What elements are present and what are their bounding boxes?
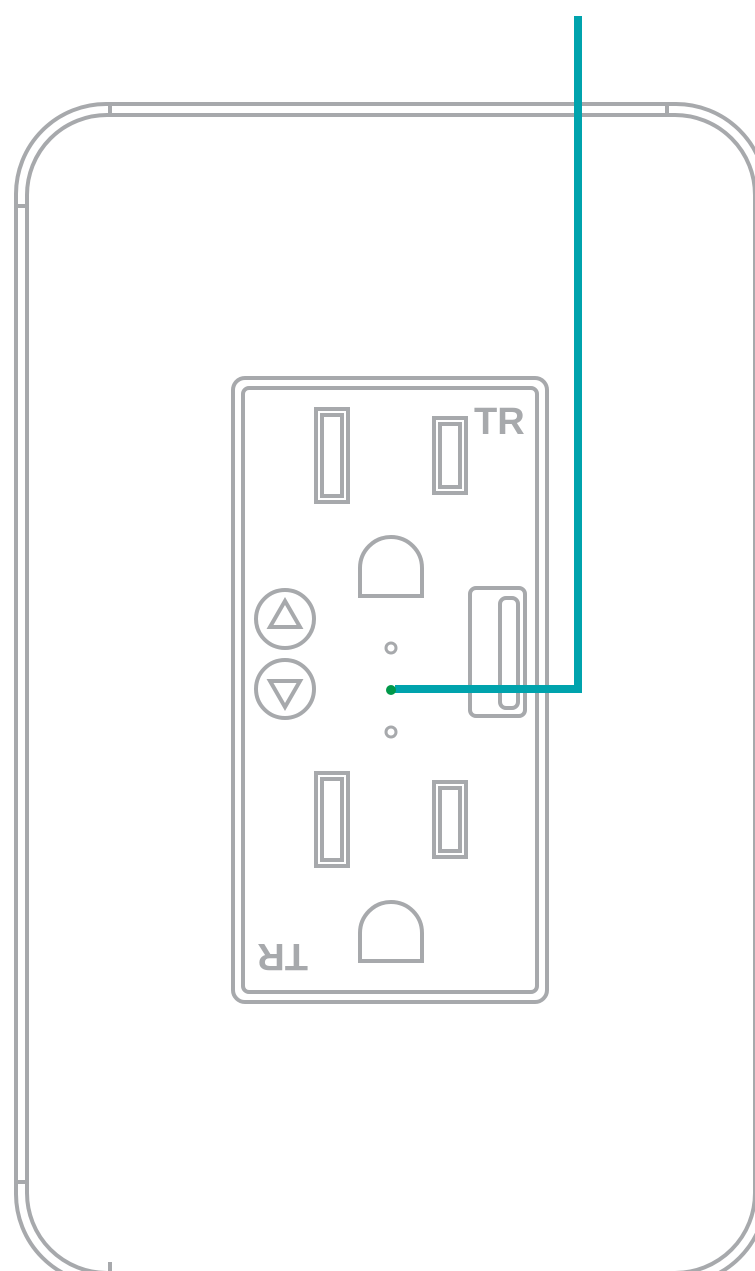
- upper-ground-hole: [358, 535, 424, 598]
- side-switch[interactable]: [468, 586, 527, 718]
- status-led: [386, 685, 396, 695]
- lower-ground-hole: [358, 900, 424, 963]
- triangle-down-icon: [266, 679, 304, 712]
- tamper-resistant-mark-top: TR: [474, 401, 525, 443]
- indicator-dot-top: [384, 641, 398, 655]
- wall-plate: [14, 102, 755, 1271]
- down-button[interactable]: [254, 658, 316, 720]
- tamper-resistant-mark-bottom: TR: [257, 935, 308, 977]
- up-button[interactable]: [254, 588, 316, 650]
- lower-neutral-slot-inner: [320, 777, 344, 862]
- triangle-up-icon: [266, 596, 304, 629]
- outlet-diagram: TR TR: [14, 16, 755, 1271]
- indicator-dot-bottom: [384, 725, 398, 739]
- upper-hot-slot-inner: [438, 422, 462, 489]
- upper-outlet: [314, 407, 468, 598]
- lower-hot-slot-inner: [438, 786, 462, 853]
- lower-outlet: [314, 771, 468, 963]
- wall-plate-outer-edge: [14, 102, 755, 1271]
- upper-neutral-slot-inner: [320, 413, 344, 498]
